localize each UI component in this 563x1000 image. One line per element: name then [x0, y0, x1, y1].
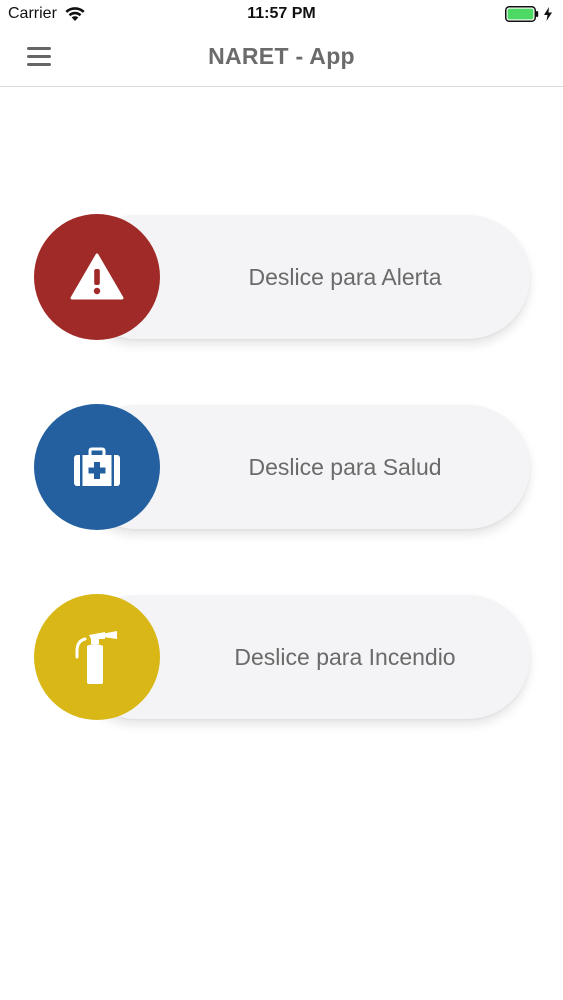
warning-triangle-icon [70, 253, 124, 300]
slide-alert-button[interactable]: Deslice para Alerta [34, 214, 530, 340]
slide-alert-knob[interactable] [34, 214, 160, 340]
first-aid-kit-icon [74, 447, 120, 486]
charging-bolt-icon [544, 7, 552, 21]
slide-fire-label: Deslice para Incendio [234, 644, 456, 670]
fire-extinguisher-icon [75, 631, 117, 684]
slide-health-label: Deslice para Salud [248, 454, 442, 480]
status-bar: Carrier 11:57 PM [0, 0, 563, 30]
battery-icon [505, 6, 539, 22]
slide-fire-knob[interactable] [34, 594, 160, 720]
page-title: NARET - App [208, 43, 355, 69]
status-time: 11:57 PM [247, 5, 316, 22]
slide-health-knob[interactable] [34, 404, 160, 530]
slide-fire-button[interactable]: Deslice para Incendio [34, 594, 530, 720]
nav-bar: NARET - App [0, 30, 563, 87]
app-screen: Carrier 11:57 PM NARET - App Deslice par… [0, 0, 563, 1000]
slide-health-button[interactable]: Deslice para Salud [34, 404, 530, 530]
status-right-group [505, 6, 553, 22]
slide-alert-label: Deslice para Alerta [248, 264, 442, 290]
